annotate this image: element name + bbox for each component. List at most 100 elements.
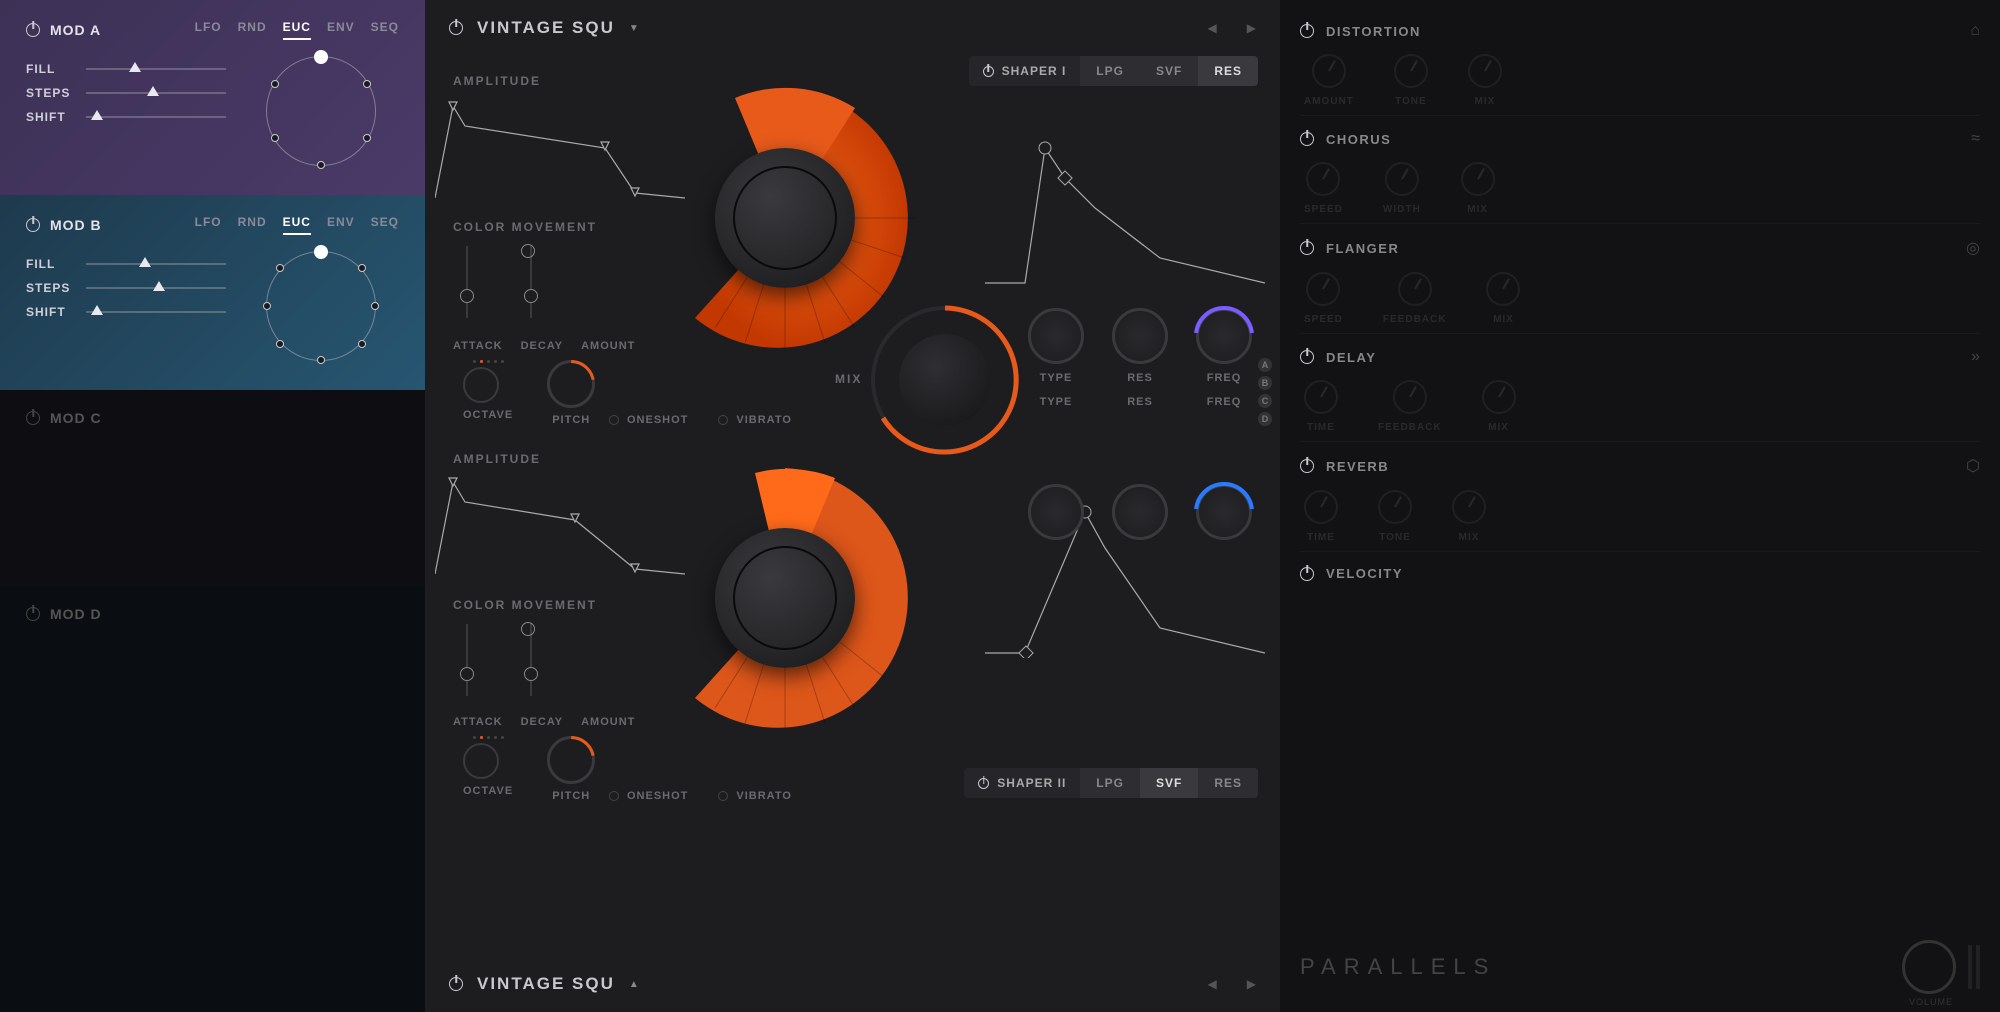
next-preset-icon[interactable]: ▶ xyxy=(1247,21,1256,35)
power-icon[interactable] xyxy=(978,778,989,789)
steps-slider[interactable] xyxy=(86,287,226,289)
tab-lfo[interactable]: LFO xyxy=(195,215,222,235)
effects-panel: DISTORTION⌂ AMOUNT TONE MIX CHORUS≈ SPEE… xyxy=(1280,0,2000,1012)
power-icon[interactable] xyxy=(26,23,40,37)
wavetable-knob-2[interactable] xyxy=(635,448,935,748)
speed-knob[interactable] xyxy=(1306,272,1340,306)
vibrato-toggle[interactable]: VIBRATO xyxy=(718,790,792,802)
mix-knob[interactable] xyxy=(1461,162,1495,196)
tab-rnd[interactable]: RND xyxy=(238,215,267,235)
fill-slider[interactable] xyxy=(86,263,226,265)
movement-indicator xyxy=(521,244,535,258)
power-icon[interactable] xyxy=(1300,567,1314,581)
pitch-knob[interactable]: PITCH xyxy=(547,360,595,408)
shaper-mode-svf[interactable]: SVF xyxy=(1140,768,1198,798)
flanger-icon: ◎ xyxy=(1966,238,1980,258)
distortion-icon: ⌂ xyxy=(1970,22,1980,40)
tab-rnd[interactable]: RND xyxy=(238,20,267,40)
shift-slider[interactable] xyxy=(86,116,226,118)
mix-knob[interactable] xyxy=(1452,490,1486,524)
mod-badge-d[interactable]: D xyxy=(1258,412,1272,426)
steps-label: STEPS xyxy=(26,86,76,100)
filter-envelope-1[interactable] xyxy=(985,128,1265,288)
tone-knob[interactable] xyxy=(1378,490,1412,524)
feedback-knob[interactable] xyxy=(1398,272,1432,306)
power-icon[interactable] xyxy=(449,21,463,35)
feedback-knob[interactable] xyxy=(1393,380,1427,414)
steps-slider[interactable] xyxy=(86,92,226,94)
shaper-2-label: SHAPER II xyxy=(997,776,1066,790)
freq-knob[interactable] xyxy=(1196,484,1252,540)
euclidean-display[interactable] xyxy=(266,251,376,361)
power-icon[interactable] xyxy=(1300,459,1314,473)
tab-env[interactable]: ENV xyxy=(327,215,355,235)
octave-control[interactable]: OCTAVE xyxy=(463,360,513,421)
type-knob[interactable] xyxy=(1028,308,1084,364)
shift-label: SHIFT xyxy=(26,305,76,319)
time-knob[interactable] xyxy=(1304,380,1338,414)
width-knob[interactable] xyxy=(1385,162,1419,196)
amplitude-label: AMPLITUDE xyxy=(453,452,541,466)
type-knob[interactable] xyxy=(1028,484,1084,540)
color-slider[interactable] xyxy=(459,624,475,696)
res-knob[interactable] xyxy=(1112,484,1168,540)
tab-euc[interactable]: EUC xyxy=(283,20,311,40)
mix-knob[interactable] xyxy=(1468,54,1502,88)
shaper-2-bar: SHAPER II LPG SVF RES xyxy=(964,768,1258,798)
power-icon[interactable] xyxy=(1300,241,1314,255)
modulators-panel: MOD A LFO RND EUC ENV SEQ FILL xyxy=(0,0,425,1012)
chevron-up-icon[interactable]: ▲ xyxy=(629,979,639,990)
tab-seq[interactable]: SEQ xyxy=(371,20,399,40)
power-icon[interactable] xyxy=(26,607,40,621)
color-slider[interactable] xyxy=(459,246,475,318)
attack-label: ATTACK xyxy=(453,340,503,352)
shaper-mode-res[interactable]: RES xyxy=(1198,768,1258,798)
osc-b-preset[interactable]: VINTAGE SQU xyxy=(477,974,615,994)
next-preset-icon[interactable]: ▶ xyxy=(1247,977,1256,991)
filter-1-knobs: TYPE RES FREQ xyxy=(1025,308,1255,384)
freq-knob[interactable] xyxy=(1196,308,1252,364)
oneshot-toggle[interactable]: ONESHOT xyxy=(609,414,688,426)
res-knob[interactable] xyxy=(1112,308,1168,364)
shaper-mode-lpg[interactable]: LPG xyxy=(1080,768,1140,798)
master-volume-knob[interactable]: VOLUME xyxy=(1902,940,1956,994)
mod-badge-c[interactable]: C xyxy=(1258,394,1272,408)
pitch-knob[interactable]: PITCH xyxy=(547,736,595,784)
power-icon[interactable] xyxy=(26,411,40,425)
chevron-down-icon[interactable]: ▼ xyxy=(629,23,639,34)
mix-knob[interactable] xyxy=(1482,380,1516,414)
mix-knob[interactable]: MIX xyxy=(865,300,1025,460)
power-icon[interactable] xyxy=(1300,350,1314,364)
tab-seq[interactable]: SEQ xyxy=(371,215,399,235)
power-icon[interactable] xyxy=(1300,24,1314,38)
tone-knob[interactable] xyxy=(1394,54,1428,88)
mix-knob[interactable] xyxy=(1486,272,1520,306)
shift-label: SHIFT xyxy=(26,110,76,124)
fx-chorus: CHORUS≈ SPEED WIDTH MIX xyxy=(1300,116,1980,224)
power-icon[interactable] xyxy=(449,977,463,991)
shift-slider[interactable] xyxy=(86,311,226,313)
mod-a-section: MOD A LFO RND EUC ENV SEQ FILL xyxy=(0,0,425,195)
tab-euc[interactable]: EUC xyxy=(283,215,311,235)
euclidean-display[interactable] xyxy=(266,56,376,166)
osc-a-preset[interactable]: VINTAGE SQU xyxy=(477,18,615,38)
power-icon[interactable] xyxy=(26,218,40,232)
mix-label: MIX xyxy=(835,372,862,386)
fill-label: FILL xyxy=(26,62,76,76)
tab-lfo[interactable]: LFO xyxy=(195,20,222,40)
vibrato-toggle[interactable]: VIBRATO xyxy=(718,414,792,426)
oneshot-toggle[interactable]: ONESHOT xyxy=(609,790,688,802)
prev-preset-icon[interactable]: ◀ xyxy=(1208,21,1217,35)
octave-control[interactable]: OCTAVE xyxy=(463,736,513,797)
fill-slider[interactable] xyxy=(86,68,226,70)
amount-knob[interactable] xyxy=(1312,54,1346,88)
mod-badge-b[interactable]: B xyxy=(1258,376,1272,390)
mod-badge-a[interactable]: A xyxy=(1258,358,1272,372)
attack-label: ATTACK xyxy=(453,716,503,728)
prev-preset-icon[interactable]: ◀ xyxy=(1208,977,1217,991)
speed-knob[interactable] xyxy=(1306,162,1340,196)
power-icon[interactable] xyxy=(1300,132,1314,146)
time-knob[interactable] xyxy=(1304,490,1338,524)
chorus-icon: ≈ xyxy=(1971,130,1980,148)
tab-env[interactable]: ENV xyxy=(327,20,355,40)
